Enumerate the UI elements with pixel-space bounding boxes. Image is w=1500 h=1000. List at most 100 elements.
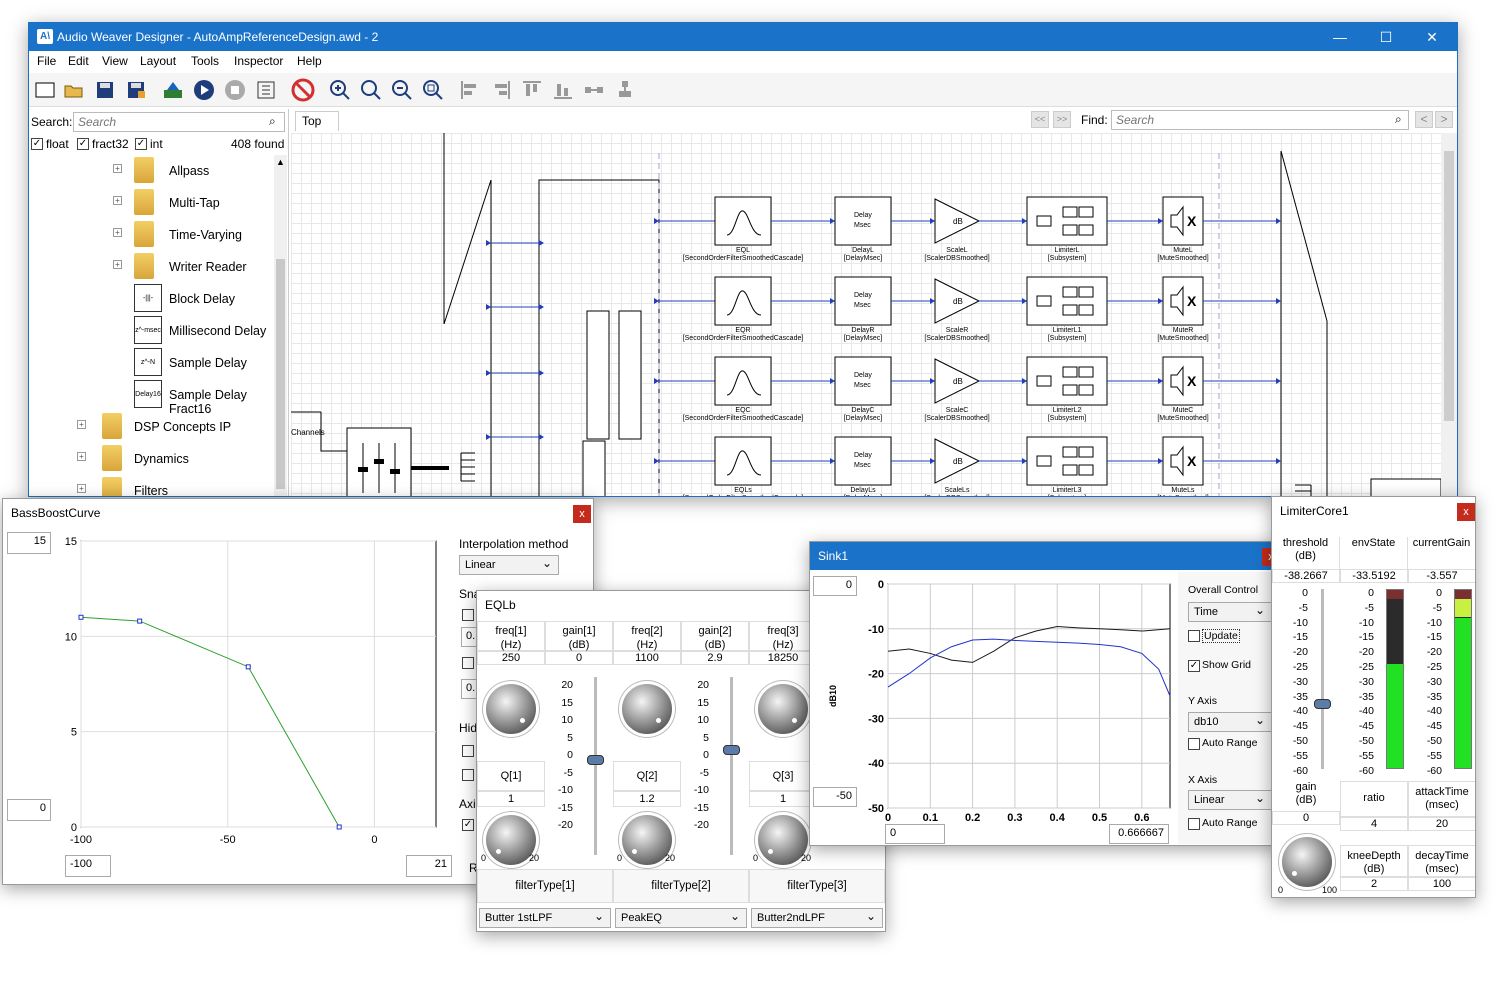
filter-type-dropdown[interactable]: Butter2ndLPF — [751, 908, 883, 928]
limiter-col-value[interactable]: -38.2667 — [1272, 569, 1340, 583]
freq-value[interactable]: 250 — [477, 651, 545, 665]
align-top-icon[interactable] — [520, 78, 544, 102]
filter-type-dropdown[interactable]: Butter 1stLPF — [479, 908, 611, 928]
freq-value[interactable]: 18250 — [749, 651, 817, 665]
tuning-icon[interactable] — [254, 78, 278, 102]
filter-fract32-checkbox[interactable]: ✓ — [77, 138, 89, 150]
scroll-up-icon[interactable]: ▲ — [276, 157, 285, 167]
filter-int-checkbox[interactable]: ✓ — [135, 138, 147, 150]
attack-value[interactable]: 20 — [1408, 817, 1475, 831]
save-icon[interactable] — [93, 78, 117, 102]
close-button[interactable]: ✕ — [1409, 23, 1455, 51]
q-value[interactable]: 1.2 — [613, 791, 681, 807]
limiter-col-value[interactable]: -3.557 — [1408, 569, 1475, 583]
interpolation-dropdown[interactable]: Linear — [459, 555, 559, 575]
tree-item[interactable]: + DSP Concepts IP — [29, 411, 274, 443]
auto-range-x-checkbox[interactable] — [1188, 818, 1200, 830]
x-axis-dropdown[interactable]: Linear — [1188, 790, 1272, 810]
zoom-100-icon[interactable] — [359, 78, 383, 102]
hide-checkbox-2[interactable] — [462, 769, 474, 781]
y-axis-dropdown[interactable]: db10 — [1188, 712, 1272, 732]
threshold-slider-thumb[interactable] — [1314, 698, 1331, 709]
bass-ymax-input[interactable]: 15 — [7, 532, 51, 554]
threshold-slider-track[interactable] — [1321, 589, 1324, 769]
menu-file[interactable]: File — [37, 54, 56, 68]
no-target-icon[interactable] — [291, 78, 315, 102]
freq-knob[interactable] — [758, 684, 808, 734]
snap-checkbox-2[interactable] — [462, 657, 474, 669]
gain-slider-track[interactable] — [594, 677, 597, 855]
show-grid-checkbox[interactable]: ✓ — [1188, 660, 1200, 672]
expand-icon[interactable]: + — [113, 228, 122, 237]
freq-knob[interactable] — [622, 684, 672, 734]
tree-item[interactable]: + Allpass — [29, 155, 274, 187]
menu-help[interactable]: Help — [297, 54, 322, 68]
menu-edit[interactable]: Edit — [68, 54, 89, 68]
tree-item[interactable]: z^-N Sample Delay — [29, 347, 274, 379]
bass-xmax-input[interactable]: 21 — [406, 855, 452, 877]
align-left-icon[interactable] — [458, 78, 482, 102]
nav-prev-button[interactable]: << — [1031, 111, 1049, 128]
tree-item[interactable]: -|||- Block Delay — [29, 283, 274, 315]
hide-checkbox[interactable] — [462, 745, 474, 757]
gain-slider-thumb[interactable] — [587, 755, 604, 765]
freq-knob[interactable] — [486, 684, 536, 734]
tree-item[interactable]: + Filters — [29, 475, 274, 496]
gain-value[interactable]: 0 — [1272, 811, 1340, 825]
canvas-scrollbar[interactable] — [1441, 133, 1457, 496]
distribute-v-icon[interactable] — [613, 78, 637, 102]
expand-icon[interactable]: + — [77, 452, 86, 461]
run-icon[interactable] — [192, 78, 216, 102]
menu-tools[interactable]: Tools — [191, 54, 219, 68]
gain-value[interactable]: 0 — [545, 651, 613, 665]
stop-icon[interactable] — [223, 78, 247, 102]
expand-icon[interactable]: + — [113, 260, 122, 269]
axis-checkbox[interactable]: ✓ — [462, 819, 474, 831]
menu-inspector[interactable]: Inspector — [234, 54, 283, 68]
limiter-col-value[interactable]: -33.5192 — [1340, 569, 1408, 583]
gain-knob[interactable] — [1282, 837, 1332, 887]
gain-value[interactable]: 2.9 — [681, 651, 749, 665]
canvas-next-button[interactable]: > — [1435, 111, 1453, 128]
bass-xmin-input[interactable]: -100 — [65, 855, 111, 877]
bass-boost-close-button[interactable]: x — [573, 505, 591, 523]
distribute-h-icon[interactable] — [582, 78, 606, 102]
sink1-chart[interactable]: 00.10.20.30.40.50.60-10-20-30-40-50Time … — [824, 578, 1174, 824]
bass-ymin-input[interactable]: 0 — [7, 799, 51, 821]
zoom-fit-icon[interactable] — [421, 78, 445, 102]
snap-checkbox[interactable] — [462, 609, 474, 621]
canvas-scroll-thumb[interactable] — [1444, 151, 1454, 421]
freq-value[interactable]: 1100 — [613, 651, 681, 665]
sink-xmax-input[interactable]: 0.666667 — [1109, 824, 1169, 844]
filter-float-checkbox[interactable]: ✓ — [31, 138, 43, 150]
find-input[interactable] — [1111, 110, 1409, 130]
nav-next-button[interactable]: >> — [1053, 111, 1071, 128]
sink-xmin-input[interactable]: 0 — [885, 824, 945, 844]
q-value[interactable]: 1 — [749, 791, 817, 807]
search-icon[interactable]: ⌕ — [269, 114, 276, 129]
gain-slider-thumb[interactable] — [723, 744, 740, 755]
expand-icon[interactable]: + — [113, 196, 122, 205]
tree-item[interactable]: + Multi-Tap — [29, 187, 274, 219]
update-checkbox[interactable] — [1188, 630, 1200, 642]
module-search-input[interactable] — [73, 112, 285, 132]
menu-view[interactable]: View — [102, 54, 128, 68]
ratio-value[interactable]: 4 — [1340, 817, 1408, 831]
expand-icon[interactable]: + — [77, 484, 86, 493]
canvas-prev-button[interactable]: < — [1415, 111, 1433, 128]
tree-item[interactable]: z^-msec Millisecond Delay — [29, 315, 274, 347]
zoom-out-icon[interactable] — [390, 78, 414, 102]
limiter-close-button[interactable]: x — [1457, 503, 1475, 521]
knee-value[interactable]: 2 — [1340, 877, 1408, 891]
auto-range-y-checkbox[interactable] — [1188, 738, 1200, 750]
update-label[interactable]: Update — [1202, 629, 1240, 643]
tree-item[interactable]: + Time-Varying — [29, 219, 274, 251]
open-icon[interactable] — [62, 78, 86, 102]
new-icon[interactable] — [33, 78, 57, 102]
align-bottom-icon[interactable] — [551, 78, 575, 102]
tree-item[interactable]: + Writer Reader — [29, 251, 274, 283]
find-search-icon[interactable]: ⌕ — [1395, 112, 1402, 127]
decay-value[interactable]: 100 — [1408, 877, 1475, 891]
q-value[interactable]: 1 — [477, 791, 545, 807]
overall-control-dropdown[interactable]: Time — [1188, 602, 1272, 622]
